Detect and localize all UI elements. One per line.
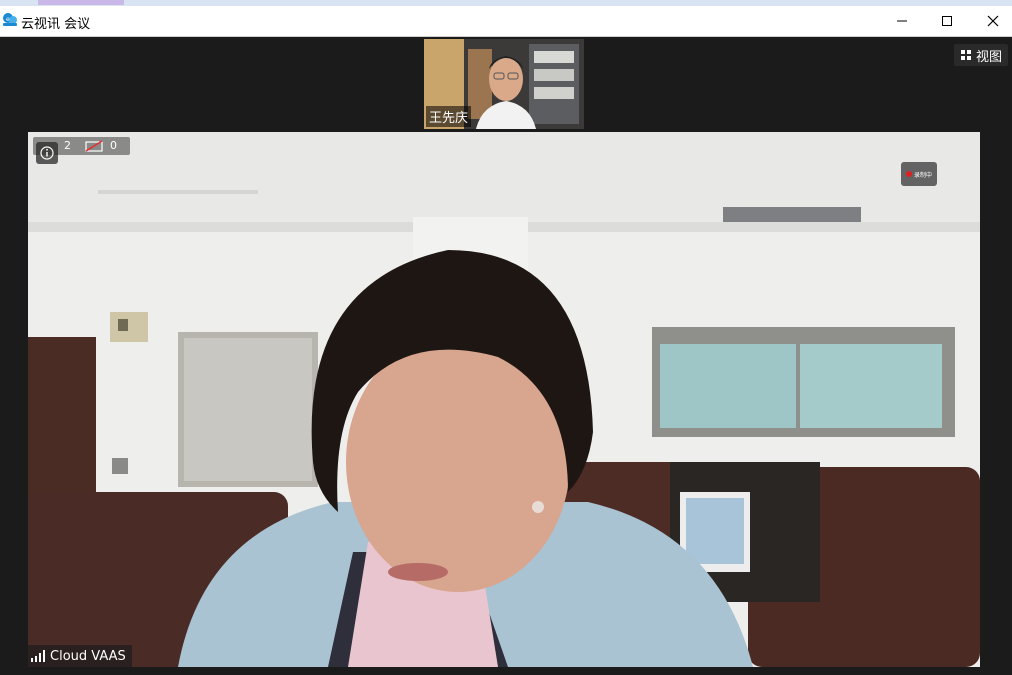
svg-text:e: e: [6, 16, 10, 23]
network-label: Cloud VAAS: [50, 648, 126, 664]
participant-thumbnail[interactable]: 王先庆: [424, 39, 584, 129]
recording-indicator: 录制中: [901, 162, 937, 186]
view-layout-button[interactable]: 视图: [954, 44, 1009, 66]
participant-count: 2: [64, 139, 71, 152]
video-off-icon: [85, 140, 103, 152]
close-icon: [987, 15, 999, 27]
signal-strength-icon: [31, 650, 45, 662]
video-off-count: 0: [110, 139, 117, 152]
close-button[interactable]: [970, 6, 1012, 36]
minimize-button[interactable]: [879, 6, 925, 36]
main-speaker-video[interactable]: 2 0 录制中 Cloud VAAS: [28, 132, 980, 667]
info-icon: [40, 146, 54, 160]
minimize-icon: [897, 20, 907, 22]
background-tab: [38, 0, 124, 5]
window-title: 云视讯 会议: [21, 17, 91, 32]
participant-name-label: 王先庆: [426, 106, 472, 127]
maximize-icon: [942, 16, 952, 26]
grid-view-icon: [961, 50, 971, 60]
speaker-video-feed: [28, 132, 980, 667]
info-button[interactable]: [36, 142, 58, 164]
meeting-area: 王先庆 视图 2 0 录制中 Cloud VAAS: [0, 37, 1012, 675]
recording-label: 录制中: [913, 171, 932, 179]
network-status: Cloud VAAS: [28, 645, 132, 667]
maximize-button[interactable]: [924, 6, 970, 36]
recording-dot-icon: [905, 171, 912, 177]
app-logo-icon: e: [3, 13, 17, 26]
title-bar: e 云视讯 会议: [0, 6, 1012, 37]
view-layout-label: 视图: [976, 49, 1003, 65]
